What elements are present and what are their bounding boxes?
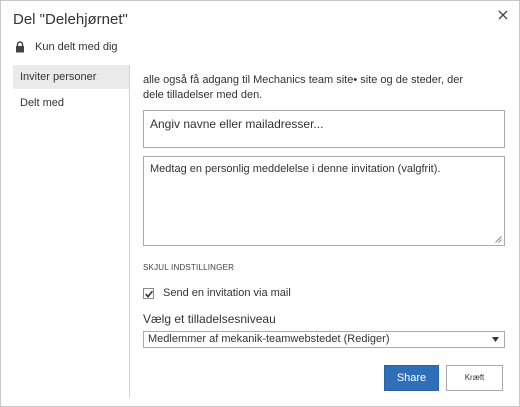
permission-level-select[interactable]: Medlemmer af mekanik-teamwebstedet (Redi… [143,331,505,348]
send-email-option: Send en invitation via mail [143,287,291,299]
dialog-title: Del "Delehjørnet" [13,11,128,28]
checkmark-icon [145,290,154,298]
permission-level-label: Vælg et tilladelsesniveau [143,312,276,326]
resize-grip-icon[interactable] [495,236,502,243]
message-placeholder: Medtag en personlig meddelelse i denne i… [150,163,441,175]
nav-item-invite-people[interactable]: Inviter personer [13,65,129,89]
sharing-status-label: Kun delt med dig [35,41,118,53]
close-button[interactable] [494,6,512,24]
invite-intro-text: alle også få adgang til Mechanics team s… [143,73,483,103]
share-dialog: Del "Delehjørnet" Kun delt med dig Invit… [0,0,520,407]
dropdown-arrow-icon [492,337,499,342]
permission-selected-value: Medlemmer af mekanik-teamwebstedet (Redi… [148,333,390,345]
lock-icon [15,41,25,53]
nav-item-shared-with[interactable]: Delt med [13,91,129,115]
cancel-button[interactable]: Kræft [446,365,503,391]
intro-line-1: alle også få adgang til Mechanics team s… [143,74,463,86]
share-button[interactable]: Share [384,365,439,391]
sharing-status: Kun delt med dig [15,41,118,53]
hide-options-link[interactable]: SKJUL INDSTILLINGER [143,263,234,272]
send-email-checkbox[interactable] [143,287,154,299]
people-input[interactable]: Angiv navne eller mailadresser... [143,110,505,148]
send-email-label: Send en invitation via mail [163,287,291,299]
close-icon [498,10,508,20]
intro-line-2: dele tilladelser med den. [143,89,263,101]
share-nav: Inviter personer Delt med [13,65,129,115]
nav-divider [129,65,130,398]
message-textarea[interactable]: Medtag en personlig meddelelse i denne i… [143,156,505,246]
